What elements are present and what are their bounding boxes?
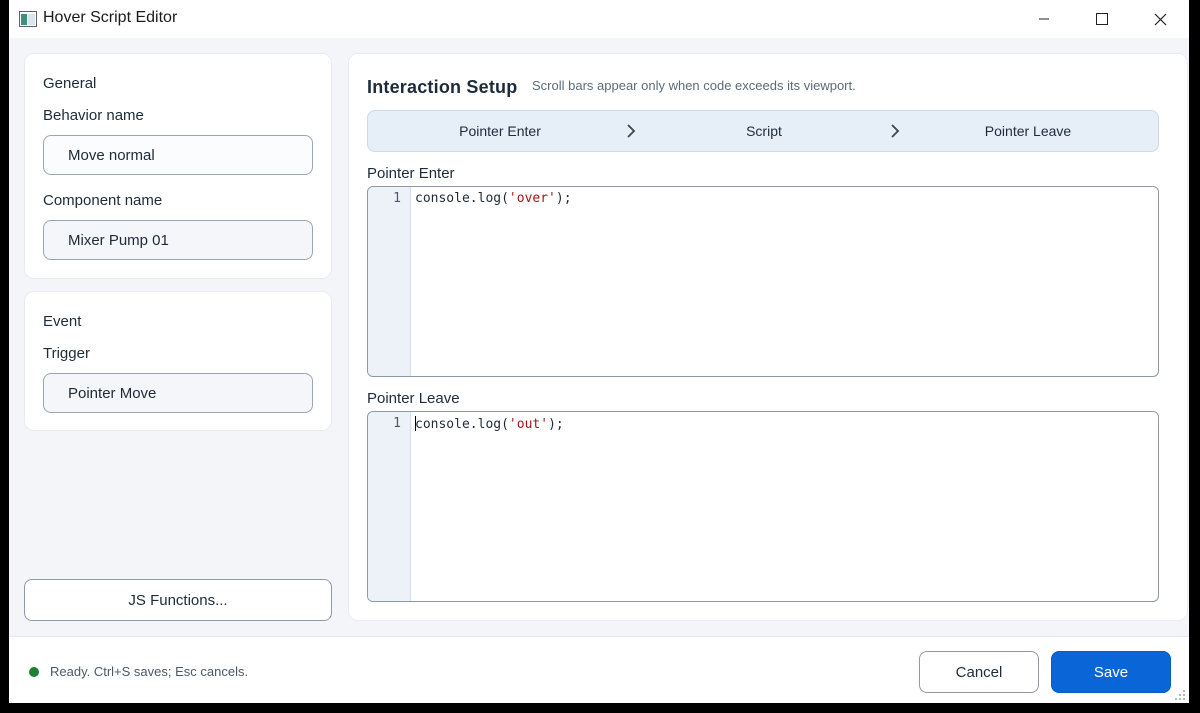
app-window-icon <box>19 11 37 27</box>
code-text: console.log( <box>415 191 509 206</box>
line-gutter: 1 <box>368 187 411 376</box>
event-section-title: Event <box>43 313 82 330</box>
footer-bar: Ready. Ctrl+S saves; Esc cancels. Cancel… <box>9 636 1189 703</box>
panel-title: Interaction Setup <box>367 77 518 97</box>
step-pointer-leave[interactable]: Pointer Leave <box>896 111 1160 151</box>
step-bar: Pointer Enter Script Pointer Leave <box>367 110 1159 152</box>
behavior-name-input[interactable] <box>43 135 313 175</box>
trigger-label: Trigger <box>43 345 90 362</box>
panel-hint: Scroll bars appear only when code exceed… <box>532 78 856 93</box>
trigger-input[interactable] <box>43 373 313 413</box>
resize-grip-icon[interactable] <box>1174 689 1186 701</box>
status-text: Ready. Ctrl+S saves; Esc cancels. <box>50 664 249 679</box>
component-name-label: Component name <box>43 192 163 209</box>
code-text: console.log( <box>415 417 509 432</box>
status-indicator-icon <box>29 667 39 677</box>
cancel-button[interactable]: Cancel <box>919 651 1039 693</box>
step-script[interactable]: Script <box>632 111 896 151</box>
pointer-leave-code-editor[interactable]: 1 console.log('out'); <box>367 411 1159 602</box>
code-line[interactable]: console.log('out'); <box>415 416 564 432</box>
code-string: 'over' <box>508 191 556 206</box>
code-string: 'out' <box>508 417 549 432</box>
js-functions-button[interactable]: JS Functions... <box>24 579 332 621</box>
pointer-leave-editor-label: Pointer Leave <box>367 390 460 407</box>
event-card: Event Trigger <box>24 291 332 431</box>
line-number: 1 <box>393 191 401 206</box>
pointer-enter-editor-label: Pointer Enter <box>367 165 455 182</box>
step-pointer-enter[interactable]: Pointer Enter <box>368 111 632 151</box>
interaction-setup-panel: Interaction Setup Scroll bars appear onl… <box>348 53 1188 621</box>
pointer-enter-code-editor[interactable]: 1 console.log('over'); <box>367 186 1159 377</box>
general-section-title: General <box>43 75 97 92</box>
code-text: ); <box>548 417 564 432</box>
line-number: 1 <box>393 416 401 431</box>
code-line[interactable]: console.log('over'); <box>415 191 572 206</box>
window-title: Hover Script Editor <box>43 9 178 26</box>
close-icon <box>1154 13 1166 25</box>
maximize-button[interactable] <box>1073 0 1131 38</box>
editor-window: Hover Script Editor General Behavior nam… <box>9 0 1189 703</box>
maximize-icon <box>1096 13 1108 25</box>
title-bar: Hover Script Editor <box>9 0 1189 38</box>
code-text: ); <box>555 191 572 206</box>
behavior-name-label: Behavior name <box>43 107 144 124</box>
general-card: General Behavior name Component name <box>24 53 332 279</box>
line-gutter: 1 <box>368 412 411 601</box>
component-name-input[interactable] <box>43 220 313 260</box>
save-button[interactable]: Save <box>1051 651 1171 693</box>
minimize-icon <box>1039 18 1049 20</box>
minimize-button[interactable] <box>1015 0 1073 38</box>
close-button[interactable] <box>1131 0 1189 38</box>
